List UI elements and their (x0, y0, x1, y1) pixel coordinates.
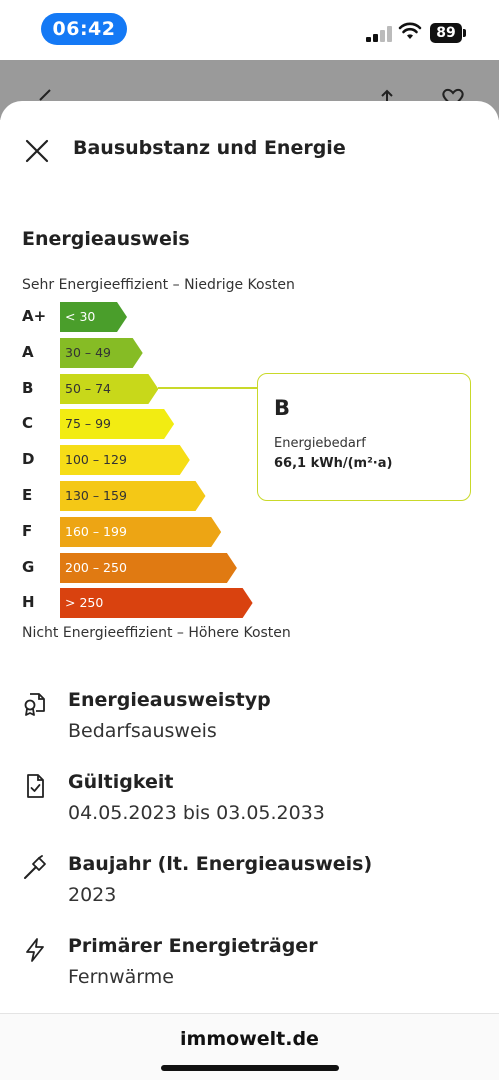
energy-class-letter: A (22, 342, 34, 361)
detail-gueltigkeit: Gültigkeit 04.05.2023 bis 03.05.2033 (0, 771, 499, 841)
detail-label: Gültigkeit (68, 771, 174, 793)
rating-card-value: 66,1 kWh/(m²·a) (274, 456, 393, 471)
energy-class-row: H > 250 (22, 588, 282, 619)
energy-class-range: 160 – 199 (65, 523, 127, 539)
rating-connector-line (158, 387, 258, 389)
energy-class-bar: 30 – 49 (60, 337, 143, 368)
status-bar: 06:42 89 (0, 0, 499, 60)
energy-class-letter: E (22, 486, 33, 504)
energy-class-letter: A+ (22, 307, 47, 325)
energy-class-range: 200 – 250 (65, 559, 127, 575)
cellular-signal-icon (366, 26, 392, 42)
energy-class-bar: < 30 (60, 302, 127, 332)
energy-class-bar: > 250 (60, 588, 253, 619)
detail-value: Fernwärme (68, 966, 174, 988)
energy-class-range: 75 – 99 (65, 416, 112, 432)
scale-caption-inefficient: Nicht Energieeffizient – Höhere Kosten (22, 625, 291, 641)
energy-class-bar: 200 – 250 (60, 552, 237, 583)
detail-baujahr: Baujahr (lt. Energieausweis) 2023 (0, 853, 499, 923)
wifi-icon (398, 22, 422, 39)
detail-value: 04.05.2023 bis 03.05.2033 (68, 802, 325, 824)
energy-class-bar: 100 – 129 (60, 445, 190, 476)
energy-class-letter: B (22, 378, 34, 397)
energy-class-letter: F (22, 521, 33, 540)
energy-class-letter: C (22, 414, 34, 433)
home-indicator[interactable] (161, 1065, 339, 1071)
detail-label: Energieausweistyp (68, 689, 271, 711)
sheet-title: Bausubstanz und Energie (73, 137, 346, 159)
energy-class-range: 130 – 159 (65, 488, 127, 503)
energy-class-letter: D (22, 450, 35, 469)
energy-class-row: F 160 – 199 (22, 516, 282, 547)
rating-card-label: Energiebedarf (274, 436, 366, 451)
energy-rating-card: B Energiebedarf 66,1 kWh/(m²·a) (257, 373, 471, 501)
energy-class-range: 100 – 129 (65, 452, 127, 468)
energy-class-range: < 30 (65, 309, 96, 324)
clock: 06:42 (41, 13, 127, 45)
detail-value: Bedarfsausweis (68, 720, 217, 742)
energy-class-row: A 30 – 49 (22, 337, 282, 368)
section-title-energieausweis: Energieausweis (22, 228, 190, 250)
hammer-icon (24, 855, 46, 879)
detail-label: Baujahr (lt. Energieausweis) (68, 853, 373, 875)
energy-class-row: E 130 – 159 (22, 481, 282, 511)
close-icon[interactable] (24, 138, 50, 164)
lightning-icon (26, 938, 44, 962)
detail-label: Primärer Energieträger (68, 935, 318, 957)
energy-class-range: 30 – 49 (65, 344, 112, 360)
energy-class-range: > 250 (65, 595, 104, 611)
energy-class-row: B 50 – 74 (22, 373, 282, 404)
energy-class-row: A+ < 30 (22, 302, 282, 332)
energy-class-letter: H (22, 593, 35, 612)
energy-class-letter: G (22, 557, 35, 576)
energy-class-bar: 130 – 159 (60, 481, 206, 511)
document-check-icon (27, 774, 44, 798)
energy-class-row: C 75 – 99 (22, 409, 282, 440)
detail-energietraeger: Primärer Energieträger Fernwärme (0, 935, 499, 1005)
detail-value: 2023 (68, 884, 117, 906)
energy-class-row: D 100 – 129 (22, 445, 282, 476)
sheet-header: Bausubstanz und Energie (0, 101, 499, 201)
rating-card-class: B (274, 396, 291, 420)
energy-class-bar: 75 – 99 (60, 409, 175, 440)
bottom-sheet: Bausubstanz und Energie Energieausweis S… (0, 101, 499, 1013)
energy-class-range: 50 – 74 (65, 380, 112, 396)
energy-class-row: G 200 – 250 (22, 552, 282, 583)
certificate-icon (24, 693, 45, 716)
domain-label: immowelt.de (180, 1028, 319, 1050)
scale-caption-efficient: Sehr Energieeffizient – Niedrige Kosten (22, 277, 295, 293)
energy-class-bar: 160 – 199 (60, 516, 222, 547)
detail-energieausweistyp: Energieausweistyp Bedarfsausweis (0, 689, 499, 759)
energy-class-bar: 50 – 74 (60, 373, 159, 404)
browser-address-bar[interactable]: immowelt.de (0, 1013, 499, 1080)
battery-indicator: 89 (430, 23, 466, 43)
